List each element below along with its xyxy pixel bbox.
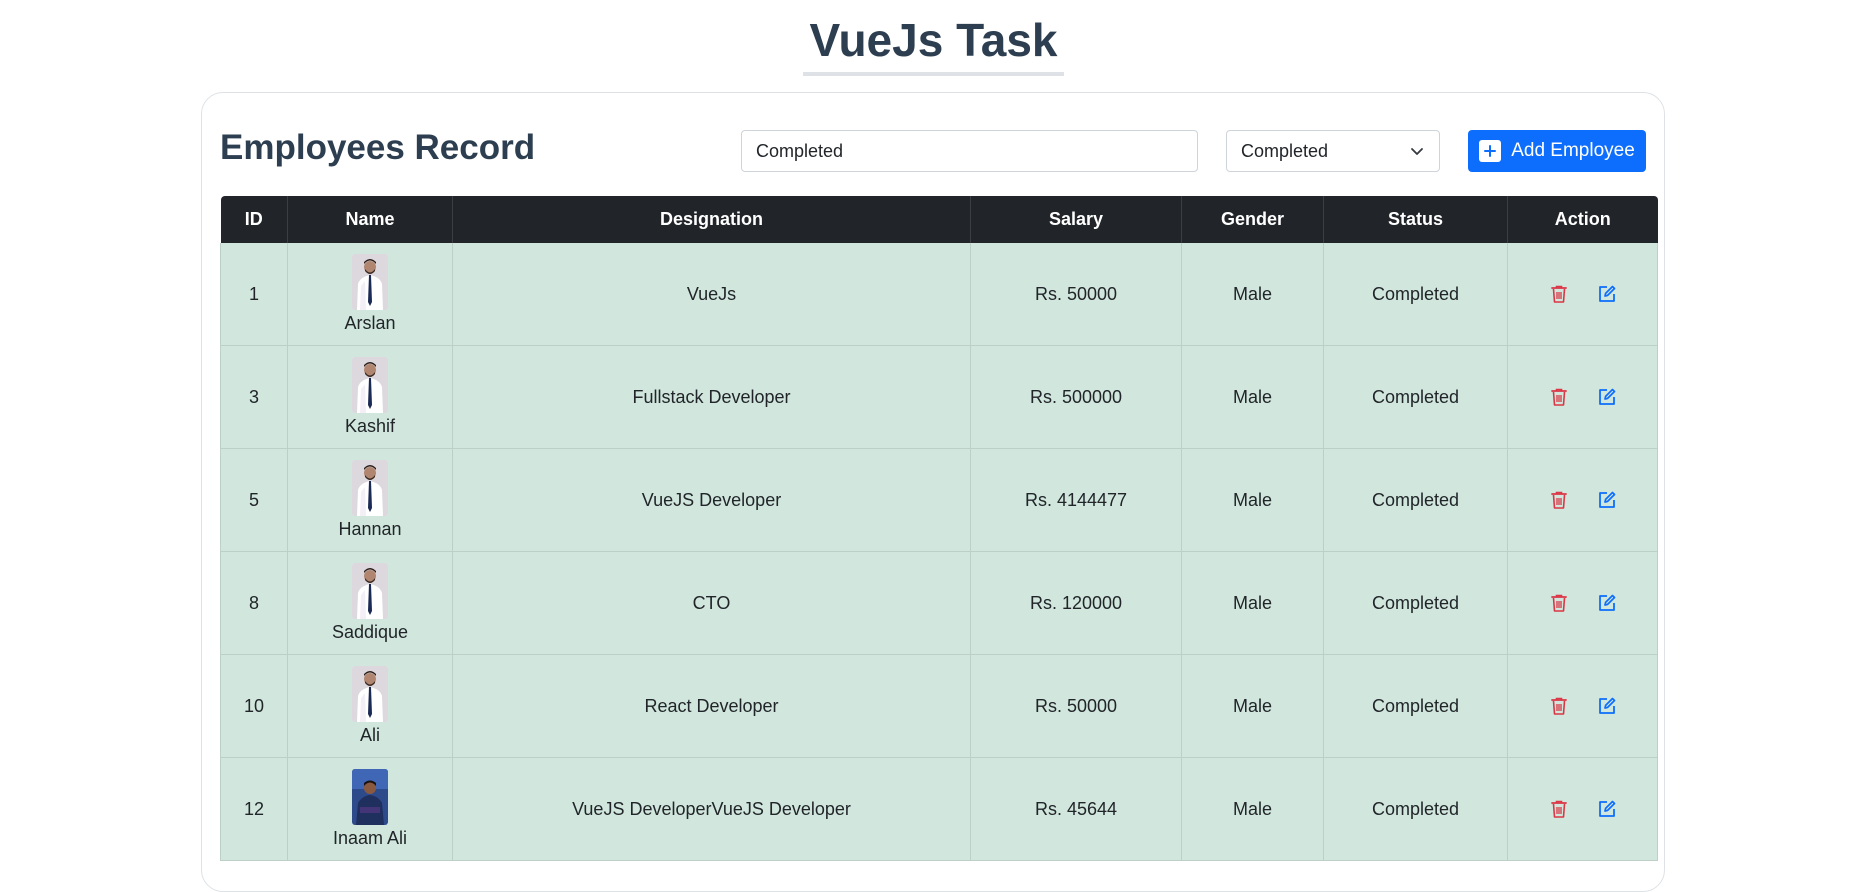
avatar: [352, 357, 388, 413]
cell-actions: [1507, 654, 1658, 758]
chevron-down-icon: [1411, 148, 1423, 155]
header-designation[interactable]: Designation: [452, 196, 971, 243]
employee-name: Arslan: [344, 313, 396, 333]
avatar: [352, 563, 388, 619]
edit-icon[interactable]: [1596, 489, 1618, 511]
cell-id: 12: [220, 757, 288, 861]
table-header-row: ID Name Designation Salary Gender Status…: [220, 196, 1658, 243]
cell-salary: Rs. 50000: [970, 243, 1182, 346]
cell-designation: VueJS DeveloperVueJS Developer: [452, 757, 971, 861]
trash-icon[interactable]: [1548, 489, 1570, 511]
table-row: 10 Ali React Developer Rs. 50000 Male Co…: [220, 654, 1658, 758]
status-filter-select[interactable]: Completed: [1226, 130, 1440, 172]
header-name[interactable]: Name: [287, 196, 453, 243]
edit-icon[interactable]: [1596, 798, 1618, 820]
cell-gender: Male: [1181, 757, 1324, 861]
cell-actions: [1507, 448, 1658, 552]
table-row: 12 Inaam Ali VueJS DeveloperVueJS Develo…: [220, 757, 1658, 861]
trash-icon[interactable]: [1548, 592, 1570, 614]
avatar: [352, 460, 388, 516]
cell-status: Completed: [1323, 345, 1508, 449]
cell-salary: Rs. 500000: [970, 345, 1182, 449]
search-input[interactable]: [741, 130, 1198, 172]
employees-table: ID Name Designation Salary Gender Status…: [220, 196, 1658, 861]
page-title: VueJs Task: [803, 12, 1064, 76]
cell-salary: Rs. 45644: [970, 757, 1182, 861]
employee-name: Hannan: [338, 519, 402, 539]
employee-name: Inaam Ali: [332, 828, 408, 848]
avatar: [352, 769, 388, 825]
cell-salary: Rs. 50000: [970, 654, 1182, 758]
cell-gender: Male: [1181, 243, 1324, 346]
section-title: Employees Record: [220, 128, 536, 167]
avatar: [352, 666, 388, 722]
add-employee-label: Add Employee: [1511, 140, 1635, 161]
cell-designation: VueJs: [452, 243, 971, 346]
cell-designation: VueJS Developer: [452, 448, 971, 552]
cell-name: Inaam Ali: [287, 757, 453, 861]
edit-icon[interactable]: [1596, 283, 1618, 305]
plus-icon: [1479, 140, 1502, 162]
table-row: 5 Hannan VueJS Developer Rs. 4144477 Mal…: [220, 448, 1658, 552]
edit-icon[interactable]: [1596, 695, 1618, 717]
cell-actions: [1507, 345, 1658, 449]
cell-salary: Rs. 120000: [970, 551, 1182, 655]
header-status[interactable]: Status: [1323, 196, 1508, 243]
header-gender[interactable]: Gender: [1181, 196, 1324, 243]
cell-id: 1: [220, 243, 288, 346]
header-salary[interactable]: Salary: [970, 196, 1182, 243]
edit-icon[interactable]: [1596, 592, 1618, 614]
edit-icon[interactable]: [1596, 386, 1618, 408]
cell-gender: Male: [1181, 448, 1324, 552]
cell-name: Kashif: [287, 345, 453, 449]
cell-gender: Male: [1181, 345, 1324, 449]
cell-status: Completed: [1323, 654, 1508, 758]
cell-id: 8: [220, 551, 288, 655]
cell-status: Completed: [1323, 757, 1508, 861]
trash-icon[interactable]: [1548, 798, 1570, 820]
cell-name: Hannan: [287, 448, 453, 552]
cell-actions: [1507, 551, 1658, 655]
cell-name: Arslan: [287, 243, 453, 346]
employee-name: Kashif: [344, 416, 396, 436]
header-id[interactable]: ID: [220, 196, 288, 243]
cell-designation: React Developer: [452, 654, 971, 758]
header-action: Action: [1507, 196, 1658, 243]
cell-id: 5: [220, 448, 288, 552]
cell-designation: Fullstack Developer: [452, 345, 971, 449]
cell-id: 10: [220, 654, 288, 758]
table-row: 1 Arslan VueJs Rs. 50000 Male Completed: [220, 243, 1658, 346]
trash-icon[interactable]: [1548, 283, 1570, 305]
cell-designation: CTO: [452, 551, 971, 655]
cell-status: Completed: [1323, 448, 1508, 552]
table-row: 3 Kashif Fullstack Developer Rs. 500000 …: [220, 345, 1658, 449]
cell-actions: [1507, 243, 1658, 346]
add-employee-button[interactable]: Add Employee: [1468, 130, 1646, 172]
cell-salary: Rs. 4144477: [970, 448, 1182, 552]
cell-name: Saddique: [287, 551, 453, 655]
trash-icon[interactable]: [1548, 386, 1570, 408]
cell-gender: Male: [1181, 654, 1324, 758]
cell-name: Ali: [287, 654, 453, 758]
cell-id: 3: [220, 345, 288, 449]
employee-name: Saddique: [331, 622, 409, 642]
employee-name: Ali: [359, 725, 380, 745]
cell-status: Completed: [1323, 243, 1508, 346]
avatar: [352, 254, 388, 310]
status-filter-value: Completed: [1241, 140, 1329, 161]
cell-status: Completed: [1323, 551, 1508, 655]
cell-actions: [1507, 757, 1658, 861]
cell-gender: Male: [1181, 551, 1324, 655]
trash-icon[interactable]: [1548, 695, 1570, 717]
table-row: 8 Saddique CTO Rs. 120000 Male Completed: [220, 551, 1658, 655]
